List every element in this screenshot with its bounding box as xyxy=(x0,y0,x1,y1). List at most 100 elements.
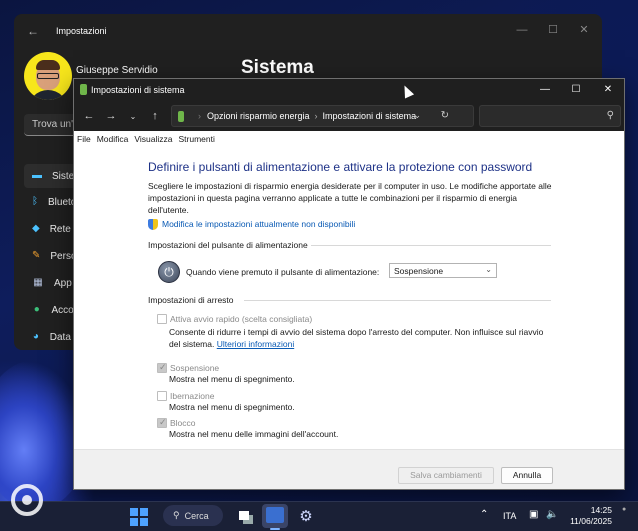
cp-titlebar: Impostazioni di sistema — ☐ ✕ xyxy=(74,79,624,101)
apps-icon: ▦ xyxy=(33,277,43,288)
power-action-select[interactable]: Sospensione ⌄ xyxy=(389,263,497,278)
volume-icon[interactable]: 🔈 xyxy=(546,509,558,520)
fast-startup-label: Attiva avvio rapido (scelta consigliata) xyxy=(170,314,313,324)
power-button-icon xyxy=(158,261,180,283)
page-description: Scegliere le impostazioni di risparmio e… xyxy=(148,181,552,215)
sidebar-item-label: App xyxy=(54,277,72,289)
save-button[interactable]: Salva cambiamenti xyxy=(398,467,494,484)
shutdown-group-label: Impostazioni di arresto xyxy=(148,295,234,305)
sidebar-item-rete[interactable]: ◆Rete e Internet xyxy=(24,217,80,241)
menu-visualizza[interactable]: Visualizza xyxy=(134,134,172,144)
chevron-down-icon: ⌄ xyxy=(485,265,492,274)
sleep-checkbox[interactable] xyxy=(157,362,167,373)
page-heading: Definire i pulsanti di alimentazione e a… xyxy=(148,160,533,174)
control-panel-taskbar-app[interactable] xyxy=(262,504,288,528)
hibernate-desc: Mostra nel menu di spegnimento. xyxy=(169,402,295,412)
watermark-logo xyxy=(11,484,43,516)
uac-shield-icon xyxy=(148,219,158,230)
avatar[interactable] xyxy=(24,52,72,100)
hibernate-checkbox[interactable] xyxy=(157,391,167,401)
breadcrumb-chevron-icon: › xyxy=(198,111,201,121)
minimize-icon[interactable]: — xyxy=(530,81,560,99)
fast-startup-desc: Consente di ridurre i tempi di avvio del… xyxy=(169,326,549,350)
page-title: Sistema xyxy=(241,57,314,78)
power-group-label: Impostazioni del pulsante di alimentazio… xyxy=(148,240,308,250)
up-arrow-icon[interactable]: ↑ xyxy=(144,110,166,122)
brush-icon: ✎ xyxy=(32,250,41,261)
address-dropdown-icon[interactable]: ⌄ xyxy=(413,110,421,121)
language-indicator[interactable]: ITA xyxy=(503,511,516,521)
sidebar-item-data-ora[interactable]: ◕Data e ora xyxy=(24,325,80,349)
sleep-label: Sospensione xyxy=(170,363,220,373)
sidebar-item-personalizzazione[interactable]: ✎Personalizzazione xyxy=(24,244,80,268)
clock-date: 11/06/2025 xyxy=(570,516,612,526)
clock-time: 14:25 xyxy=(590,505,612,515)
menu-file[interactable]: File xyxy=(77,134,91,144)
breadcrumb-item[interactable]: Opzioni risparmio energia xyxy=(207,111,310,121)
menu-strumenti[interactable]: Strumenti xyxy=(178,134,214,144)
maximize-icon[interactable]: ☐ xyxy=(539,20,567,40)
address-toolbar: ← → ⌄ ↑ › Opzioni risparmio energia › Im… xyxy=(74,101,624,131)
lock-checkbox[interactable] xyxy=(157,417,167,428)
lock-label: Blocco xyxy=(170,418,196,428)
sidebar-item-bluetooth[interactable]: ᛒBluetooth e dispositivi xyxy=(24,190,80,214)
group-divider xyxy=(311,245,551,246)
more-info-link[interactable]: Ulteriori informazioni xyxy=(217,339,294,349)
power-options-icon xyxy=(178,110,184,122)
wifi-icon: ◆ xyxy=(32,223,40,234)
control-panel-window: Impostazioni di sistema — ☐ ✕ ← → ⌄ ↑ › … xyxy=(73,78,625,490)
search-icon: ⚲ xyxy=(173,510,180,520)
sleep-desc: Mostra nel menu di spegnimento. xyxy=(169,374,295,384)
forward-arrow-icon[interactable]: → xyxy=(100,110,122,122)
menu-modifica[interactable]: Modifica xyxy=(97,134,129,144)
hibernate-label: Ibernazione xyxy=(170,391,215,401)
power-action-value: Sospensione xyxy=(394,266,444,276)
start-button[interactable] xyxy=(130,508,148,526)
bluetooth-icon: ᛒ xyxy=(32,196,38,207)
minimize-icon[interactable]: — xyxy=(508,20,536,40)
back-arrow-icon[interactable]: ← xyxy=(24,24,42,38)
recent-chevron-icon[interactable]: ⌄ xyxy=(122,112,144,121)
breadcrumb-item[interactable]: Impostazioni di sistema xyxy=(323,111,417,121)
refresh-icon[interactable]: ↻ xyxy=(441,110,449,121)
taskbar-search-label: Cerca xyxy=(184,510,209,521)
taskbar-clock[interactable]: 14:25 11/06/2025 xyxy=(568,505,612,527)
maximize-icon[interactable]: ☐ xyxy=(561,81,591,99)
group-divider xyxy=(244,300,551,301)
sidebar-item-account[interactable]: ●Account xyxy=(24,298,80,322)
taskbar-search[interactable]: ⚲ Cerca xyxy=(163,505,223,526)
taskbar: ⚙ xyxy=(0,501,638,531)
sidebar-item-sistema[interactable]: ▬Sistema xyxy=(24,164,80,188)
control-panel-app-icon xyxy=(266,507,284,523)
power-options-icon xyxy=(80,84,87,95)
active-app-indicator xyxy=(270,528,280,530)
user-name: Giuseppe Servidio xyxy=(76,65,158,76)
avatar-glasses xyxy=(37,73,59,79)
sidebar-item-app[interactable]: ▦ App xyxy=(24,271,80,295)
notification-icon[interactable]: ● xyxy=(622,506,626,513)
search-input[interactable]: Trova un'i xyxy=(24,114,80,136)
menu-bar: File Modifica Visualizza Strumenti xyxy=(74,131,624,146)
settings-title: Impostazioni xyxy=(56,26,107,36)
avatar-body xyxy=(28,90,68,100)
avatar-hair xyxy=(36,60,60,70)
address-bar[interactable]: › Opzioni risparmio energia › Impostazio… xyxy=(171,105,474,127)
power-button-label: Quando viene premuto il pulsante di alim… xyxy=(186,267,380,277)
cp-search-input[interactable]: ⚲ xyxy=(479,105,621,127)
monitor-icon: ▬ xyxy=(32,170,42,181)
globe-clock-icon: ◕ xyxy=(32,331,39,342)
person-icon: ● xyxy=(33,304,40,315)
task-view-icon[interactable] xyxy=(237,508,255,526)
cp-footer: Salva cambiamenti Annulla xyxy=(74,449,624,489)
close-icon[interactable]: ✕ xyxy=(593,81,623,99)
fast-startup-checkbox[interactable] xyxy=(157,314,167,324)
cp-title: Impostazioni di sistema xyxy=(91,85,185,95)
chevron-up-icon[interactable]: ⌃ xyxy=(480,509,488,520)
cp-content: Definire i pulsanti di alimentazione e a… xyxy=(74,146,624,449)
close-icon[interactable]: ✕ xyxy=(570,20,598,40)
cancel-button[interactable]: Annulla xyxy=(501,467,553,484)
back-arrow-icon[interactable]: ← xyxy=(78,110,100,122)
change-settings-link[interactable]: Modifica le impostazioni attualmente non… xyxy=(162,219,355,229)
network-icon[interactable]: ▣ xyxy=(529,509,538,520)
settings-gear-icon[interactable]: ⚙ xyxy=(297,508,315,526)
